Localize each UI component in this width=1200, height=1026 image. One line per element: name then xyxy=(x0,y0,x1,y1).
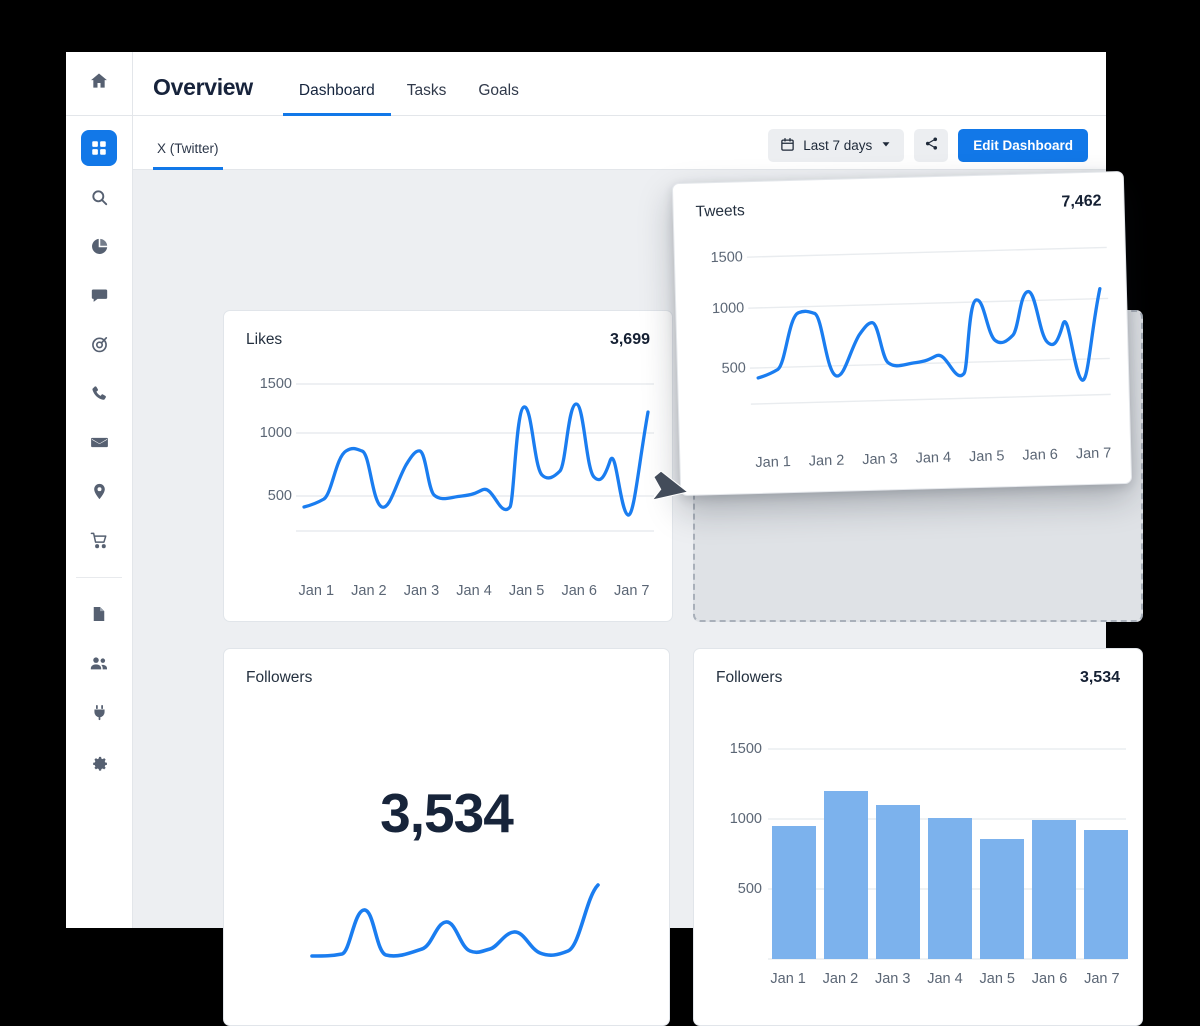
edit-dashboard-button[interactable]: Edit Dashboard xyxy=(958,129,1088,162)
card-followers-bar-title: Followers xyxy=(716,669,783,686)
x-tick: Jan 2 xyxy=(351,583,387,599)
date-range-picker[interactable]: Last 7 days xyxy=(768,129,905,162)
sidebar-item-home[interactable] xyxy=(66,52,132,116)
x-tick: Jan 4 xyxy=(456,583,492,599)
card-tweets-dragging[interactable]: Tweets 7,462 1500 1000 500 Jan 1 Jan 2 J… xyxy=(671,170,1133,497)
envelope-icon xyxy=(90,433,109,452)
card-followers-bar[interactable]: Followers 3,534 1500 1000 500 Jan 1 Jan … xyxy=(693,648,1143,1026)
gear-icon xyxy=(90,752,109,771)
sidebar-item-campaigns[interactable] xyxy=(81,326,117,362)
dashboard-toolbar: Last 7 days Edit Dashboard xyxy=(768,129,1088,169)
app-window: Overview Dashboard Tasks Goals X (Twitte… xyxy=(66,52,1143,1026)
target-icon xyxy=(90,335,109,354)
card-followers-bar-value: 3,534 xyxy=(1079,669,1120,686)
likes-chart-svg xyxy=(296,383,654,532)
sidebar-item-settings[interactable] xyxy=(81,743,117,779)
card-tweets-value: 7,462 xyxy=(1061,192,1102,211)
plug-icon xyxy=(90,703,109,722)
x-tick: Jan 3 xyxy=(403,583,440,599)
grid-icon xyxy=(90,139,108,157)
x-tick: Jan 7 xyxy=(614,583,650,599)
tweets-chart-svg xyxy=(746,246,1111,405)
followers-sparkline xyxy=(310,883,600,958)
document-icon xyxy=(90,605,108,623)
people-icon xyxy=(89,653,109,673)
subtab-x-twitter[interactable]: X (Twitter) xyxy=(153,141,223,170)
card-tweets-title: Tweets xyxy=(695,202,745,221)
x-tick: Jan 2 xyxy=(808,452,845,470)
shopping-cart-icon xyxy=(90,531,109,550)
x-tick: Jan 7 xyxy=(1075,445,1112,463)
followers-big-number: 3,534 xyxy=(380,782,514,844)
dashboard-subheader: X (Twitter) Last 7 days Edit Dashboard xyxy=(133,116,1106,170)
card-likes-title: Likes xyxy=(246,331,283,348)
x-tick: Jan 3 xyxy=(874,971,911,987)
x-tick: Jan 6 xyxy=(1022,446,1059,464)
x-tick: Jan 2 xyxy=(822,971,859,987)
phone-icon xyxy=(90,384,109,403)
tweets-line-chart: 1500 1000 500 Jan 1 Jan 2 Jan 3 Jan 4 Ja… xyxy=(674,210,1131,483)
x-tick: Jan 5 xyxy=(979,971,1015,987)
x-tick: Jan 6 xyxy=(561,583,597,599)
likes-line-chart: 1500 1000 500 Jan 1 Jan 2 Jan 3 Jan 4 Ja… xyxy=(224,349,672,609)
x-tick: Jan 1 xyxy=(298,583,335,599)
tab-dashboard[interactable]: Dashboard xyxy=(282,82,391,116)
tab-goals[interactable]: Goals xyxy=(462,82,535,116)
sidebar-nav xyxy=(66,116,132,792)
x-tick: Jan 7 xyxy=(1084,971,1120,987)
card-likes-header: Likes 3,699 xyxy=(224,311,672,349)
sidebar-item-locations[interactable] xyxy=(81,473,117,509)
sidebar-divider xyxy=(76,577,122,578)
x-tick: Jan 5 xyxy=(508,583,545,599)
sidebar-item-commerce[interactable] xyxy=(81,522,117,558)
x-tick: Jan 5 xyxy=(968,448,1005,466)
sidebar xyxy=(66,52,133,928)
share-button[interactable] xyxy=(914,129,949,162)
page-title: Overview xyxy=(153,74,253,100)
x-tick: Jan 1 xyxy=(755,454,792,472)
share-icon xyxy=(924,136,939,156)
tab-tasks[interactable]: Tasks xyxy=(391,82,463,116)
followers-bar-chart: 1500 1000 500 Jan 1 Jan 2 Jan 3 Jan 4 Ja… xyxy=(694,687,1142,1013)
sidebar-item-email[interactable] xyxy=(81,424,117,460)
sidebar-item-analytics[interactable] xyxy=(81,228,117,264)
card-followers-summary-title: Followers xyxy=(246,669,313,686)
sidebar-item-search[interactable] xyxy=(81,179,117,215)
followers-bar-x-axis: Jan 1 Jan 2 Jan 3 Jan 4 Jan 5 Jan 6 Jan … xyxy=(694,971,1142,987)
card-followers-bar-header: Followers 3,534 xyxy=(694,649,1142,687)
card-likes[interactable]: Likes 3,699 1500 1000 500 Jan 1 Jan 2 Ja… xyxy=(223,310,673,622)
x-tick: Jan 1 xyxy=(770,971,806,987)
date-range-label: Last 7 days xyxy=(803,138,873,153)
sidebar-item-contacts[interactable] xyxy=(81,645,117,681)
sidebar-item-integrations[interactable] xyxy=(81,694,117,730)
card-likes-value: 3,699 xyxy=(609,331,650,348)
main-tabs: Dashboard Tasks Goals xyxy=(282,82,535,116)
app-header: Overview Dashboard Tasks Goals xyxy=(133,52,1106,116)
x-tick: Jan 3 xyxy=(862,451,898,469)
sidebar-item-calls[interactable] xyxy=(81,375,117,411)
channel-tabs: X (Twitter) xyxy=(153,141,223,170)
home-icon xyxy=(89,71,109,96)
card-followers-summary-header: Followers xyxy=(224,649,669,687)
sidebar-item-dashboard[interactable] xyxy=(81,130,117,166)
chat-bubble-icon xyxy=(90,286,109,305)
mouse-cursor xyxy=(648,470,692,519)
x-tick: Jan 4 xyxy=(915,449,952,467)
search-icon xyxy=(90,188,109,207)
card-followers-summary[interactable]: Followers 3,534 xyxy=(223,648,670,1026)
sidebar-item-messages[interactable] xyxy=(81,277,117,313)
location-pin-icon xyxy=(90,482,109,501)
followers-bar-svg xyxy=(768,748,1128,960)
likes-x-axis: Jan 1 Jan 2 Jan 3 Jan 4 Jan 5 Jan 6 Jan … xyxy=(224,583,672,599)
x-tick: Jan 6 xyxy=(1031,971,1068,987)
pie-chart-icon xyxy=(90,237,109,256)
calendar-icon xyxy=(780,137,795,155)
sidebar-item-reports[interactable] xyxy=(81,596,117,632)
x-tick: Jan 4 xyxy=(927,971,963,987)
chevron-down-icon xyxy=(880,138,892,153)
